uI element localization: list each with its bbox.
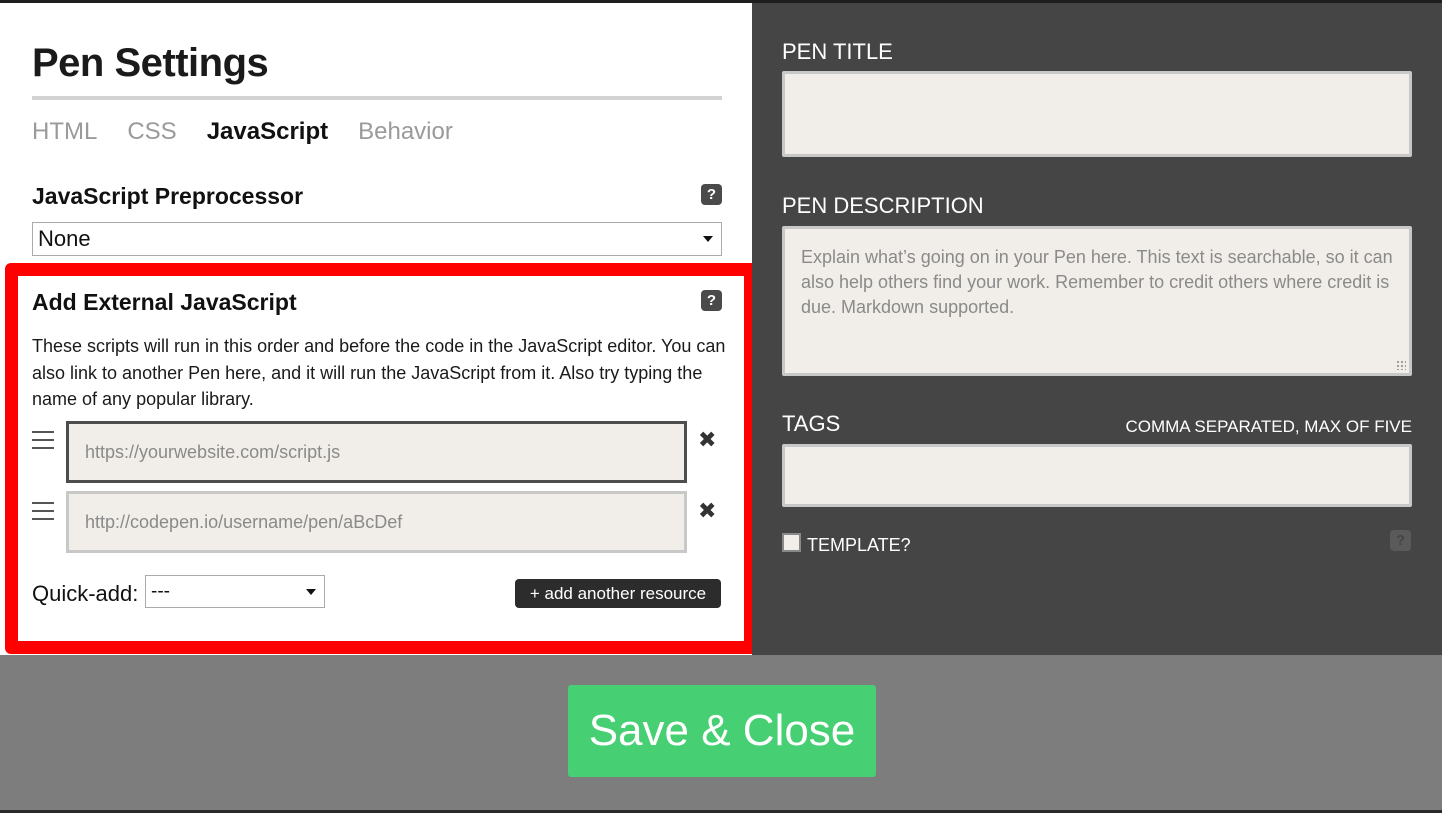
- pen-title-input[interactable]: [782, 71, 1412, 157]
- page-title: Pen Settings: [32, 41, 269, 85]
- external-js-help-icon[interactable]: ?: [701, 290, 722, 311]
- add-resource-button[interactable]: + add another resource: [515, 579, 721, 608]
- save-close-button[interactable]: Save & Close: [568, 685, 876, 777]
- quick-add-select[interactable]: ---: [145, 575, 325, 608]
- resize-grip-icon[interactable]: [1396, 360, 1406, 370]
- tab-css[interactable]: CSS: [127, 118, 176, 146]
- pen-description-textarea[interactable]: Explain what’s going on in your Pen here…: [782, 226, 1412, 376]
- external-resource-input-2[interactable]: http://codepen.io/username/pen/aBcDef: [66, 491, 687, 553]
- preprocessor-select-value: None: [38, 226, 91, 251]
- template-checkbox[interactable]: [782, 533, 801, 552]
- preprocessor-help-icon[interactable]: ?: [701, 184, 722, 205]
- tags-input[interactable]: [782, 444, 1412, 507]
- preprocessor-heading: JavaScript Preprocessor: [32, 183, 304, 209]
- external-resource-placeholder-1: https://yourwebsite.com/script.js: [85, 441, 341, 462]
- chevron-down-icon: [703, 236, 713, 242]
- settings-tabs: HTML CSS JavaScript Behavior: [32, 118, 453, 146]
- preprocessor-select[interactable]: None: [32, 222, 722, 256]
- close-icon[interactable]: ✖: [698, 498, 716, 524]
- external-js-heading: Add External JavaScript: [32, 289, 297, 315]
- drag-handle-icon[interactable]: [32, 431, 54, 455]
- title-divider: [32, 96, 722, 100]
- external-js-description: These scripts will run in this order and…: [32, 336, 726, 409]
- pen-title-label: PEN TITLE: [782, 39, 893, 64]
- chevron-down-icon: [306, 588, 316, 595]
- tags-label: TAGS: [782, 411, 841, 436]
- tags-hint: COMMA SEPARATED, MAX OF FIVE: [1125, 417, 1412, 436]
- drag-handle-icon[interactable]: [32, 502, 54, 526]
- pen-details-panel: PEN TITLE PEN DESCRIPTION Explain what’s…: [752, 3, 1442, 655]
- tab-html[interactable]: HTML: [32, 118, 97, 146]
- external-resource-input-1[interactable]: https://yourwebsite.com/script.js: [66, 421, 687, 483]
- external-resource-placeholder-2: http://codepen.io/username/pen/aBcDef: [85, 511, 403, 532]
- settings-panel: Pen Settings HTML CSS JavaScript Behavio…: [0, 3, 752, 655]
- template-help-icon[interactable]: ?: [1390, 530, 1411, 551]
- tab-javascript[interactable]: JavaScript: [207, 118, 328, 146]
- quick-add-select-value: ---: [151, 580, 170, 602]
- pen-description-placeholder: Explain what’s going on in your Pen here…: [801, 247, 1393, 317]
- quick-add-label: Quick-add:: [32, 581, 139, 606]
- template-label[interactable]: TEMPLATE?: [807, 535, 911, 556]
- tab-behavior[interactable]: Behavior: [358, 118, 453, 146]
- close-icon[interactable]: ✖: [698, 427, 716, 453]
- pen-description-label: PEN DESCRIPTION: [782, 193, 984, 218]
